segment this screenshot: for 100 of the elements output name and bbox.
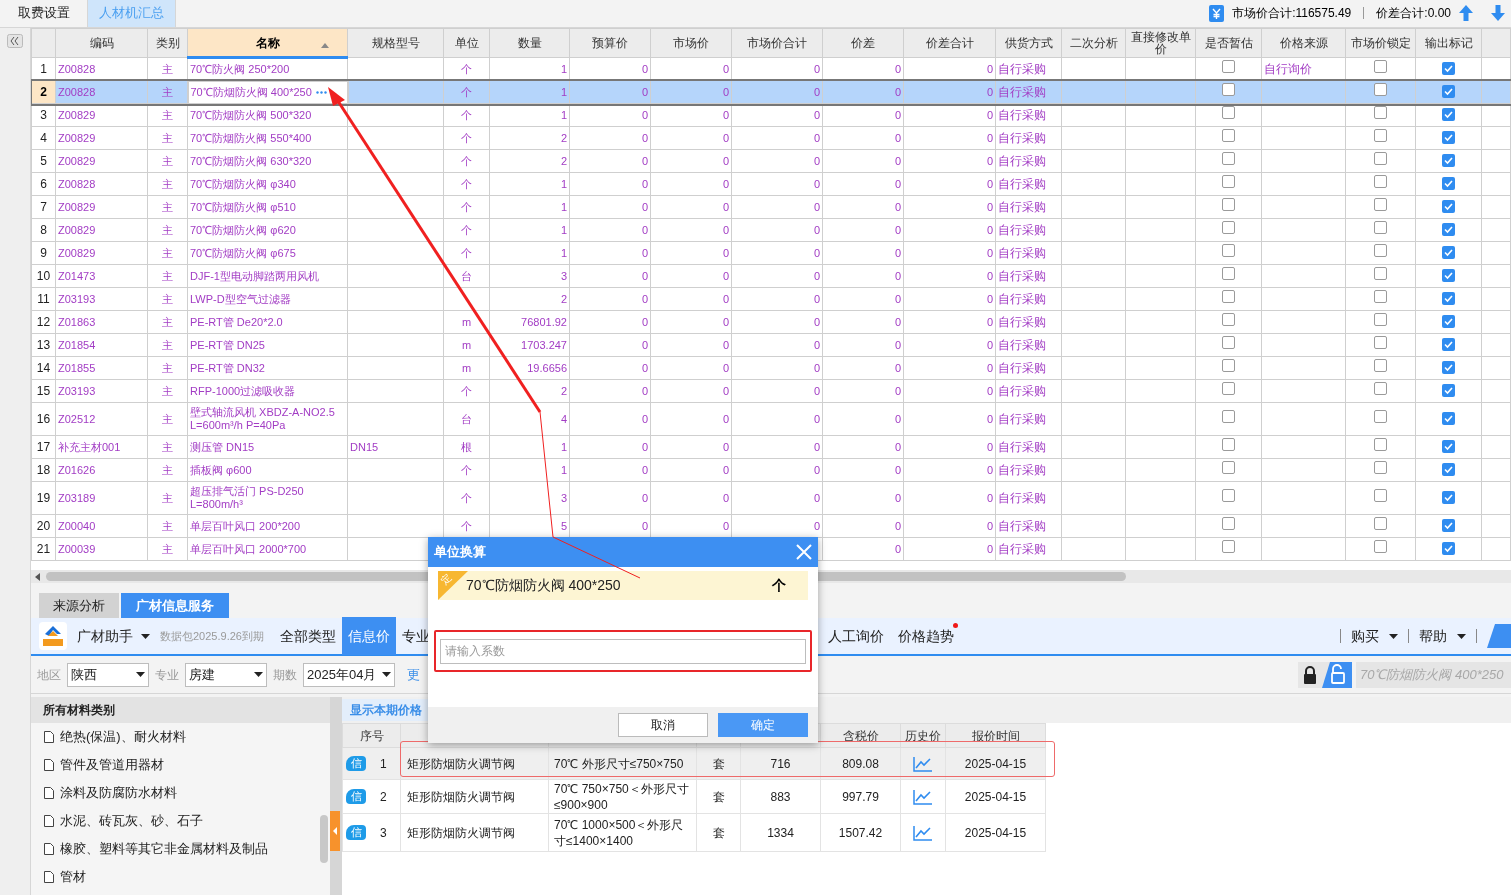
checkbox[interactable] — [1374, 60, 1387, 73]
table-row[interactable]: 12 Z01863 主 PE-RT管 De20*2.0 m 76801.92 0 0 0 0 0 自行采购 — [31, 310, 1511, 334]
checkbox[interactable] — [1222, 540, 1235, 553]
column-header[interactable]: 输出标记 — [1415, 28, 1482, 58]
checkbox[interactable] — [1442, 177, 1455, 190]
checkbox[interactable] — [1222, 461, 1235, 474]
category-item[interactable]: 水泥、砖瓦灰、砂、石子 — [31, 807, 320, 835]
checkbox[interactable] — [1374, 461, 1387, 474]
lock-icon[interactable] — [1302, 664, 1318, 685]
column-header[interactable]: 直接修改单价 — [1125, 28, 1196, 58]
ellipsis-icon[interactable] — [315, 90, 327, 94]
coefficient-field[interactable]: 请输入系数 — [440, 638, 806, 664]
checkbox[interactable] — [1222, 129, 1235, 142]
checkbox[interactable] — [1374, 489, 1387, 502]
checkbox[interactable] — [1442, 315, 1455, 328]
dropdown-field[interactable]: 2025年04月 — [303, 662, 396, 687]
checkbox[interactable] — [1442, 292, 1455, 305]
checkbox[interactable] — [1442, 246, 1455, 259]
checkbox[interactable] — [1442, 519, 1455, 532]
checkbox[interactable] — [1374, 290, 1387, 303]
checkbox[interactable] — [1222, 410, 1235, 423]
table-row[interactable]: 15 Z03193 主 RFP-1000过滤吸收器 个 2 0 0 0 0 0 自行采购 — [31, 379, 1511, 403]
checkbox[interactable] — [1222, 106, 1235, 119]
checkbox[interactable] — [1442, 131, 1455, 144]
checkbox[interactable] — [1374, 83, 1387, 96]
column-header[interactable]: 价差合计 — [903, 28, 996, 58]
column-header[interactable]: 市场价合计 — [731, 28, 823, 58]
dropdown-field[interactable]: 房建 — [185, 662, 267, 687]
checkbox[interactable] — [1222, 198, 1235, 211]
brand-menu[interactable]: 广材助手 — [77, 625, 133, 647]
cancel-button[interactable]: 取消 — [618, 713, 708, 737]
checkbox[interactable] — [1374, 313, 1387, 326]
checkbox[interactable] — [1374, 175, 1387, 188]
column-header[interactable]: 预算价 — [569, 28, 651, 58]
table-row[interactable]: 18 Z01626 主 插板阀 φ600 个 1 0 0 0 0 0 自行采购 — [31, 458, 1511, 482]
checkbox[interactable] — [1374, 106, 1387, 119]
checkbox[interactable] — [1222, 517, 1235, 530]
table-row[interactable]: 20 Z00040 主 单层百叶风口 200*200 个 5 0 0 0 0 0 自行采购 — [31, 514, 1511, 538]
checkbox[interactable] — [1442, 384, 1455, 397]
table-row[interactable]: 6 Z00828 主 70℃防烟防火阀 φ340 个 1 0 0 0 0 0 自行采购 — [31, 172, 1511, 196]
checkbox[interactable] — [1374, 152, 1387, 165]
price-row[interactable]: 信 3 矩形防烟防火调节阀 70℃ 1000×500＜外形尺寸≤1400×1400 套 1334 1507.42 2025-04-15 — [342, 813, 1046, 852]
table-row[interactable]: 11 Z03193 主 LWP-D型空气过滤器 2 0 0 0 0 0 自行采购 — [31, 287, 1511, 311]
column-header[interactable]: 二次分析 — [1061, 28, 1126, 58]
checkbox[interactable] — [1442, 440, 1455, 453]
price-row[interactable]: 信 1 矩形防烟防火调节阀 70℃ 外形尺寸≤750×750 套 716 809.08 2025-04-15 — [342, 747, 1046, 780]
column-header[interactable]: 价差 — [822, 28, 904, 58]
checkbox[interactable] — [1442, 85, 1455, 98]
collapse-handle[interactable] — [330, 811, 340, 851]
column-header[interactable]: 市场价 — [650, 28, 732, 58]
checkbox[interactable] — [1442, 108, 1455, 121]
checkbox[interactable] — [1442, 62, 1455, 75]
checkbox[interactable] — [1374, 336, 1387, 349]
column-header[interactable]: 数量 — [489, 28, 570, 58]
column-header[interactable]: 名称 — [187, 28, 348, 58]
column-header[interactable]: 单位 — [443, 28, 490, 58]
checkbox[interactable] — [1222, 382, 1235, 395]
column-header[interactable]: 供货方式 — [995, 28, 1062, 58]
checkbox[interactable] — [1374, 540, 1387, 553]
dropdown-menu[interactable]: 购买 — [1351, 625, 1379, 647]
table-row[interactable]: 19 Z03189 主 超压排气活门 PS-D250 L=800m/h³ 个 3 0 0 0 0 0 自行采购 — [31, 481, 1511, 515]
table-row[interactable]: 14 Z01855 主 PE-RT管 DN32 m 19.6656 0 0 0 0 0 自行采购 — [31, 356, 1511, 380]
column-header[interactable]: 市场价锁定 — [1345, 28, 1416, 58]
column-header[interactable]: 价格来源 — [1261, 28, 1346, 58]
checkbox[interactable] — [1374, 244, 1387, 257]
checkbox[interactable] — [1442, 491, 1455, 504]
table-row[interactable]: 10 Z01473 主 DJF-1型电动脚踏两用风机 台 3 0 0 0 0 0 自行采购 — [31, 264, 1511, 288]
menu-item[interactable]: 人工询价 — [827, 625, 884, 647]
checkbox[interactable] — [1222, 290, 1235, 303]
up-arrow-icon[interactable] — [1459, 5, 1473, 21]
category-item[interactable]: 绝热(保温)、耐火材料 — [31, 723, 320, 751]
checkbox[interactable] — [1442, 412, 1455, 425]
checkbox[interactable] — [1222, 221, 1235, 234]
checkbox[interactable] — [1374, 129, 1387, 142]
checkbox[interactable] — [1222, 313, 1235, 326]
checkbox[interactable] — [1442, 361, 1455, 374]
column-header[interactable]: 是否暂估 — [1195, 28, 1262, 58]
checkbox[interactable] — [1222, 438, 1235, 451]
scroll-left-icon[interactable] — [35, 572, 40, 581]
checkbox[interactable] — [1374, 410, 1387, 423]
tab[interactable]: 来源分析 — [39, 593, 119, 618]
table-row[interactable]: 7 Z00829 主 70℃防烟防火阀 φ510 个 1 0 0 0 0 0 自行采购 — [31, 195, 1511, 219]
corner-tab[interactable] — [1487, 624, 1511, 648]
table-row[interactable]: 4 Z00829 主 70℃防烟防火阀 550*400 个 2 0 0 0 0 0 自行采购 — [31, 126, 1511, 150]
checkbox[interactable] — [1442, 269, 1455, 282]
checkbox[interactable] — [1222, 244, 1235, 257]
checkbox[interactable] — [1442, 338, 1455, 351]
table-row[interactable]: 13 Z01854 主 PE-RT管 DN25 m 1703.247 0 0 0 0 0 自行采购 — [31, 333, 1511, 357]
checkbox[interactable] — [1222, 83, 1235, 96]
price-row[interactable]: 信 2 矩形防烟防火调节阀 70℃ 750×750＜外形尺寸≤900×900 套 883 997.79 2025-04-15 — [342, 779, 1046, 814]
checkbox[interactable] — [1374, 359, 1387, 372]
down-arrow-icon[interactable] — [1491, 5, 1505, 21]
table-row[interactable]: 8 Z00829 主 70℃防烟防火阀 φ620 个 1 0 0 0 0 0 自行采购 — [31, 218, 1511, 242]
checkbox[interactable] — [1374, 438, 1387, 451]
category-item[interactable]: 涂料及防腐防水材料 — [31, 779, 320, 807]
line-chart-icon[interactable] — [913, 824, 933, 841]
search-field[interactable]: 70℃防烟防火阀 400*250 — [1356, 661, 1511, 688]
table-row[interactable]: 17 补充主材001 主 测压管 DN15 DN15 根 1 0 0 0 0 0 自行采购 — [31, 435, 1511, 459]
column-header[interactable]: 规格型号 — [347, 28, 444, 58]
checkbox[interactable] — [1374, 267, 1387, 280]
